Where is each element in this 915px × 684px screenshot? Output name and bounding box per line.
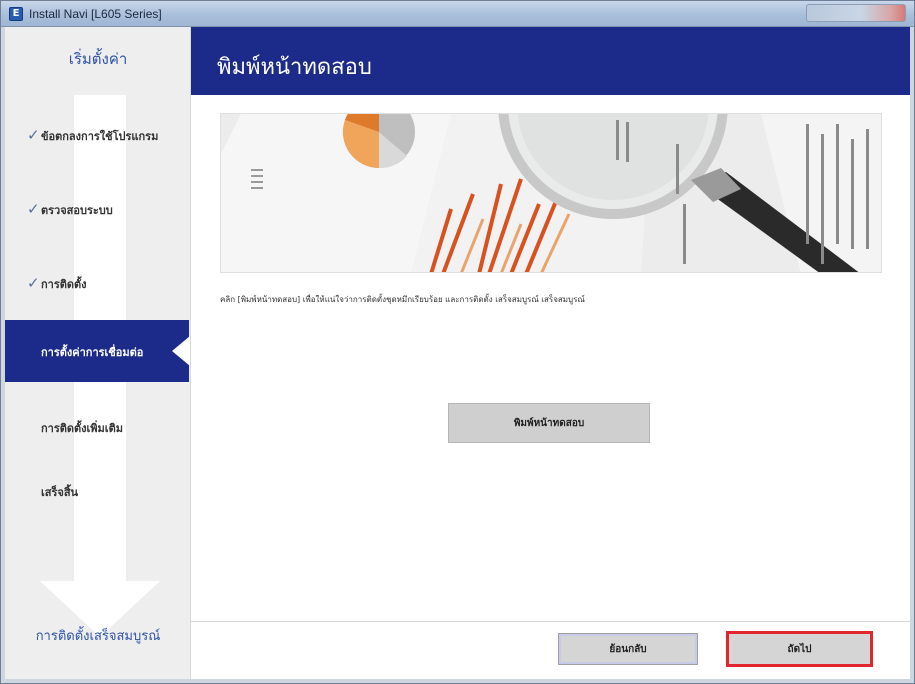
step-additional-install: การติดตั้งเพิ่มเติม [5,409,191,443]
active-step-pointer-icon [172,336,190,366]
hero-illustration [220,113,882,273]
footer-divider [191,621,910,622]
check-icon: ✓ [27,274,40,292]
sidebar-complete-label: การติดตั้งเสร็จสมบูรณ์ [35,629,161,644]
step-label: ข้อตกลงการใช้โปรแกรม [41,130,159,143]
page-title: พิมพ์หน้าทดสอบ [217,55,372,80]
step-label: เสร็จสิ้น [41,486,79,499]
step-label: การตั้งค่าการเชื่อมต่อ [41,346,144,359]
step-installation: ✓ การติดตั้ง [5,265,191,299]
window-controls[interactable] [806,4,906,22]
step-connection-setup: การตั้งค่าการเชื่อมต่อ [5,320,190,382]
step-finish: เสร็จสิ้น [5,473,191,507]
step-system-check: ✓ ตรวจสอบระบบ [5,191,191,225]
sidebar-start-label: เริ่มตั้งค่า [68,50,128,68]
print-test-page-button[interactable]: พิมพ์หน้าทดสอบ [448,403,650,443]
window-title: Install Navi [L605 Series] [29,7,162,21]
epson-app-icon: E [9,7,23,21]
step-license: ✓ ข้อตกลงการใช้โปรแกรม [5,117,191,151]
step-label: การติดตั้งเพิ่มเติม [41,422,123,435]
steps-sidebar: เริ่มตั้งค่า ✓ ข้อตกลงการใช้โปรแกรม ✓ ตร… [5,27,191,679]
step-label: ตรวจสอบระบบ [41,204,113,217]
next-button[interactable]: ถัดไป [726,631,873,667]
title-bar[interactable]: E Install Navi [L605 Series] [1,1,914,27]
client-area: เริ่มตั้งค่า ✓ ข้อตกลงการใช้โปรแกรม ✓ ตร… [5,27,910,679]
page-header: พิมพ์หน้าทดสอบ [191,27,910,95]
check-icon: ✓ [27,200,40,218]
instruction-text: คลิก [พิมพ์หน้าทดสอบ] เพื่อให้แน่ใจว่ากา… [220,295,585,304]
check-icon: ✓ [27,126,40,144]
back-button[interactable]: ย้อนกลับ [558,633,698,665]
step-label: การติดตั้ง [41,278,87,291]
installer-window: E Install Navi [L605 Series] เริ่มตั้งค่… [0,0,915,684]
magnifier-charts-illustration [221,114,881,272]
